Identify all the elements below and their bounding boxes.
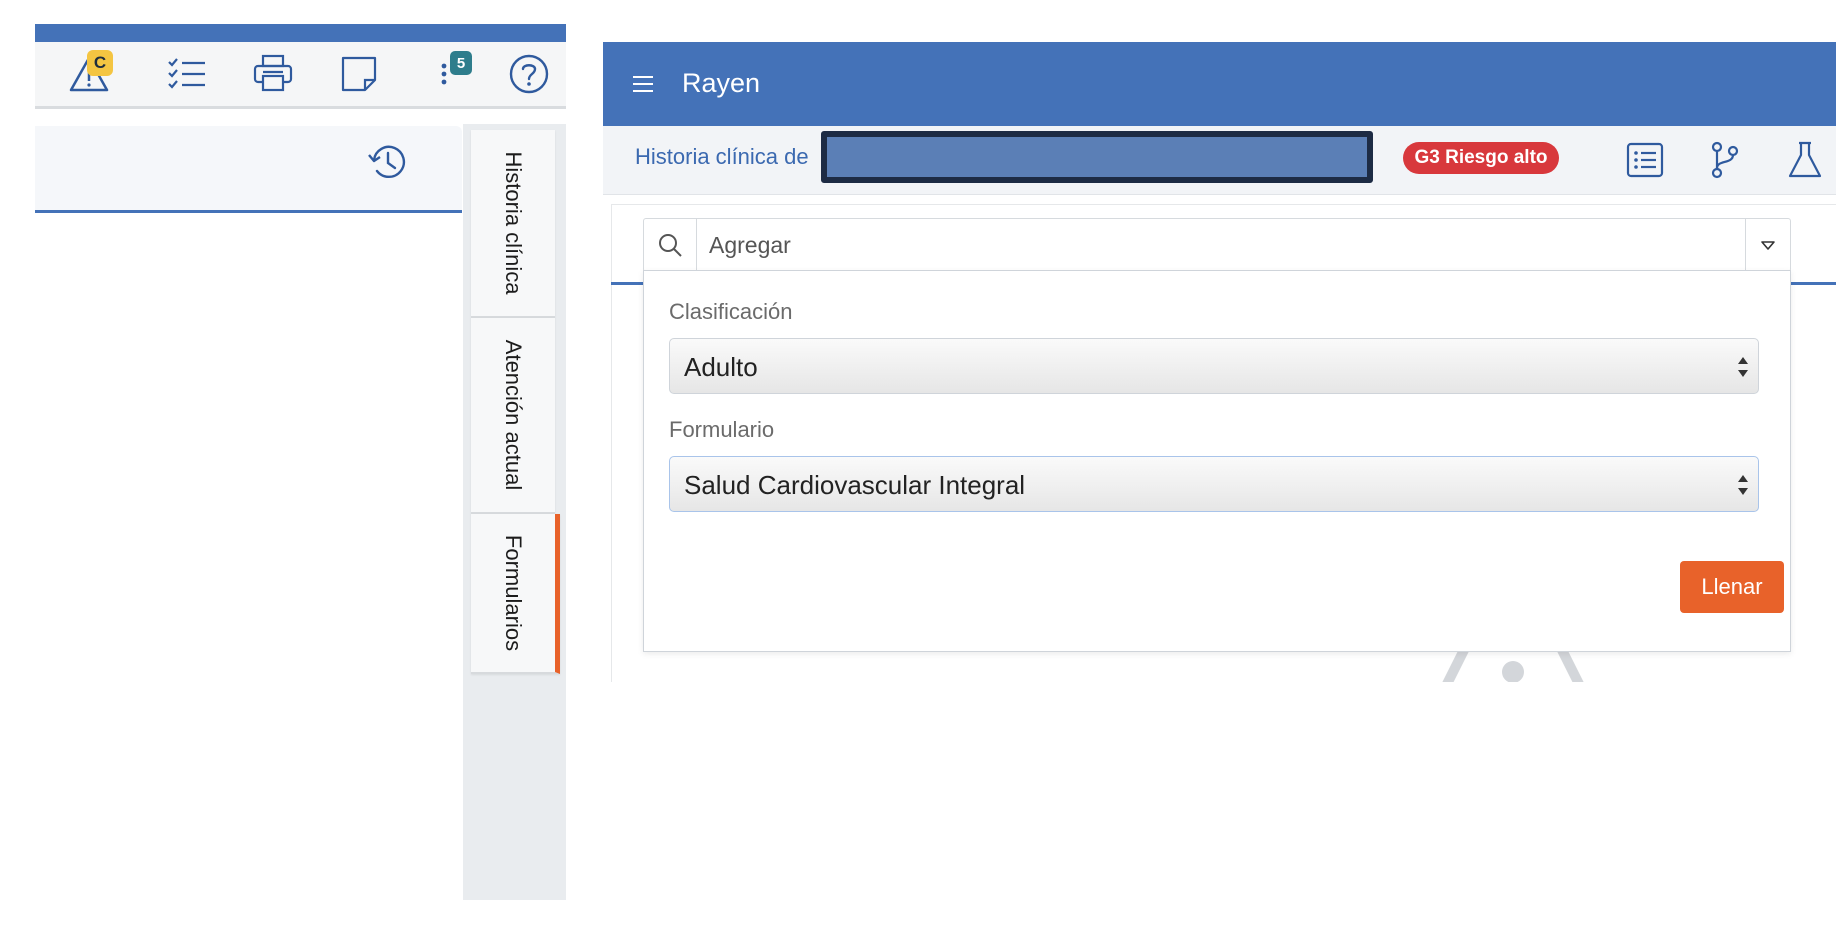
caret-down-icon	[1761, 241, 1775, 250]
form-value: Salud Cardiovascular Integral	[684, 470, 1026, 500]
print-button[interactable]	[249, 50, 297, 98]
form-select[interactable]: Salud Cardiovascular Integral	[669, 456, 1759, 512]
list-icon	[1626, 142, 1664, 178]
alert-button[interactable]: C	[67, 50, 115, 98]
tab-label: Historia clínica	[501, 151, 526, 295]
rayen-app-panel: Rayen Historia clínica de G3 Riesgo alto	[603, 42, 1836, 682]
add-form-dropdown: Clasificación Adulto Formulario Salud Ca…	[643, 270, 1791, 652]
search-button[interactable]	[644, 219, 697, 271]
help-icon	[509, 54, 549, 94]
history-button[interactable]	[365, 140, 411, 186]
checklist-icon	[168, 58, 205, 89]
lab-button[interactable]	[1783, 138, 1827, 182]
branch-icon	[1711, 141, 1739, 179]
checklist-button[interactable]	[163, 50, 211, 98]
form-label: Formulario	[669, 417, 775, 442]
help-button[interactable]	[505, 50, 553, 98]
menu-button[interactable]	[631, 72, 655, 96]
app-title: Rayen	[682, 68, 761, 98]
tab-atencion-actual[interactable]: Atención actual	[471, 318, 555, 514]
search-dropdown-toggle[interactable]	[1745, 219, 1790, 271]
branch-button[interactable]	[1703, 138, 1747, 182]
printer-icon	[253, 54, 293, 92]
search-box	[643, 218, 1791, 272]
classification-label: Clasificación	[669, 299, 793, 324]
tab-label: Formularios	[501, 534, 526, 652]
left-card-header	[35, 126, 462, 213]
history-icon	[368, 145, 406, 179]
tab-label: Atención actual	[501, 339, 526, 491]
alert-count-badge: C	[87, 50, 113, 76]
patient-bar: Historia clínica de G3 Riesgo alto	[603, 126, 1836, 195]
search-icon	[659, 234, 682, 257]
select-arrows-icon	[1738, 475, 1748, 495]
classification-select[interactable]: Adulto	[669, 338, 1759, 394]
redacted-patient-name	[821, 131, 1373, 183]
left-top-bar	[35, 24, 566, 42]
tab-historia-clinica[interactable]: Historia clínica	[471, 130, 555, 318]
classification-value: Adulto	[684, 352, 758, 382]
patient-history-label: Historia clínica de	[635, 144, 809, 169]
select-arrows-icon	[1738, 357, 1748, 377]
app-header: Rayen	[603, 42, 1836, 126]
hamburger-menu-icon	[633, 76, 653, 92]
risk-badge: G3 Riesgo alto	[1403, 142, 1559, 174]
more-count-badge: 5	[450, 51, 472, 75]
note-button[interactable]	[335, 50, 383, 98]
flask-icon	[1788, 141, 1822, 178]
list-button[interactable]	[1623, 138, 1667, 182]
tab-formularios[interactable]: Formularios	[471, 514, 560, 674]
note-icon	[341, 56, 377, 92]
more-button[interactable]: 5	[428, 50, 476, 98]
left-toolbar: C 5	[35, 42, 566, 109]
fill-form-button[interactable]: Llenar	[1680, 561, 1784, 613]
search-input[interactable]	[697, 219, 1737, 271]
